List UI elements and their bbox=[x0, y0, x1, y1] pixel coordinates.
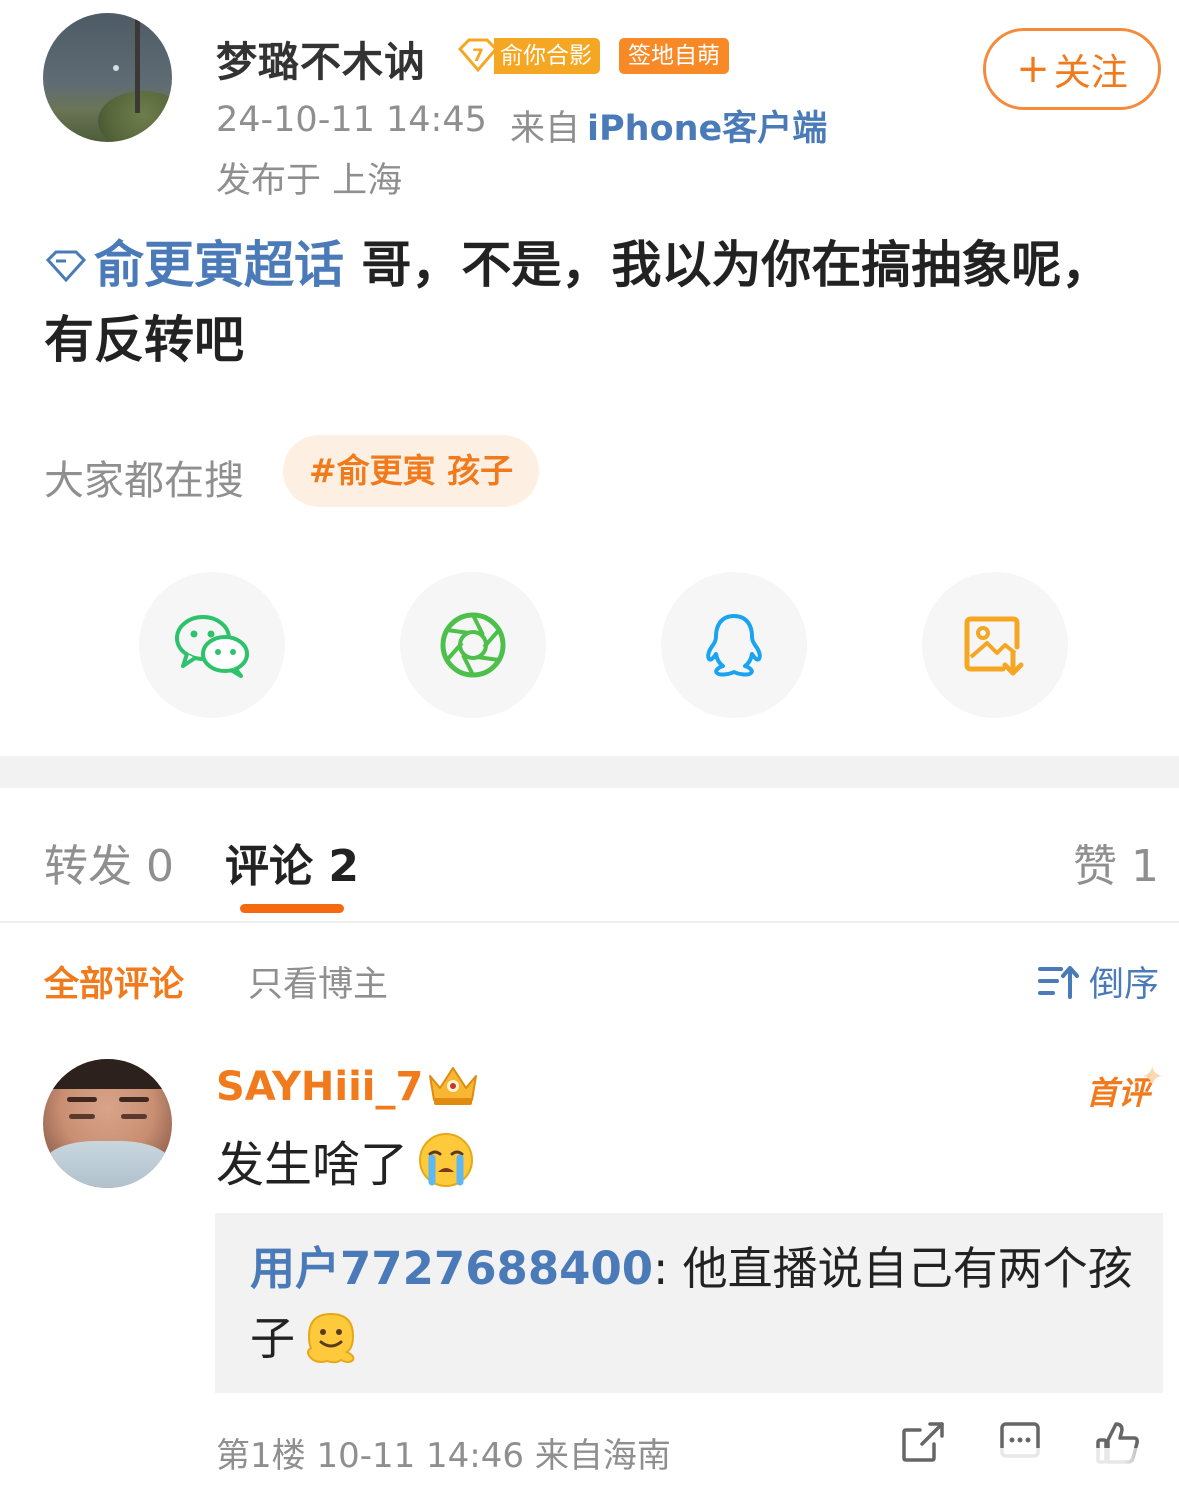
trending-label: 大家都在搜 bbox=[44, 458, 244, 504]
post-device-link[interactable]: iPhone客户端 bbox=[587, 100, 827, 151]
share-wechat-button[interactable] bbox=[139, 572, 285, 718]
supertopic-diamond-icon bbox=[45, 250, 87, 283]
plus-icon: + bbox=[1016, 46, 1050, 92]
share-qq-button[interactable] bbox=[661, 572, 807, 718]
comment-meta: 第1楼 10-11 14:46 来自海南 bbox=[216, 1436, 671, 1476]
post-source-prefix: 来自 bbox=[510, 109, 581, 149]
author-avatar[interactable] bbox=[43, 13, 172, 142]
spark-icon: ✦ bbox=[1140, 1060, 1165, 1093]
tab-repost[interactable]: 转发 0 bbox=[44, 830, 174, 894]
post-timestamp: 24-10-11 14:45 bbox=[216, 100, 487, 140]
post-content: 俞更寅超话 哥，不是，我以为你在搞抽象呢，有反转吧 bbox=[44, 228, 1144, 378]
save-image-button[interactable] bbox=[922, 572, 1068, 718]
tab-like[interactable]: 赞 1 bbox=[1073, 830, 1159, 894]
share-moments-button[interactable] bbox=[400, 572, 546, 718]
fan-level-icon: 7 bbox=[456, 37, 500, 74]
comment-text: 发生啥了 bbox=[216, 1137, 409, 1193]
follow-label: 关注 bbox=[1053, 51, 1128, 94]
reply-username[interactable]: 用户7727688400 bbox=[250, 1242, 653, 1295]
fan-badge[interactable]: 7 俞你合影 bbox=[456, 37, 600, 74]
commenter-avatar[interactable] bbox=[43, 1059, 172, 1188]
sign-badge[interactable]: 签地自萌 bbox=[619, 38, 729, 74]
commenter-name[interactable]: SAYHiii_7 bbox=[216, 1064, 423, 1110]
tabs-divider bbox=[0, 921, 1179, 923]
sort-button[interactable]: 倒序 bbox=[1037, 956, 1159, 1007]
comment-content: 发生啥了 bbox=[216, 1125, 474, 1195]
watermark-overlay bbox=[940, 1448, 1170, 1490]
wechat-icon bbox=[175, 615, 249, 678]
qq-icon bbox=[706, 614, 762, 677]
tab-comment[interactable]: 评论 2 bbox=[225, 830, 359, 894]
save-image-icon bbox=[964, 616, 1024, 676]
moments-icon bbox=[440, 612, 506, 678]
sort-label: 倒序 bbox=[1088, 965, 1159, 1005]
filter-all-comments[interactable]: 全部评论 bbox=[44, 956, 184, 1007]
author-name[interactable]: 梦璐不木讷 bbox=[216, 28, 426, 88]
reply-preview: 用户7727688400: 他直播说自己有两个孩子 bbox=[250, 1234, 1140, 1374]
first-comment-badge: 首评 ✦ bbox=[1086, 1060, 1165, 1112]
crown-badge-icon bbox=[424, 1062, 482, 1112]
filter-owner-only[interactable]: 只看博主 bbox=[248, 956, 388, 1007]
sort-icon bbox=[1037, 965, 1079, 999]
section-divider bbox=[0, 756, 1179, 788]
fan-badge-label: 俞你合影 bbox=[494, 37, 600, 74]
fan-level: 7 bbox=[472, 46, 484, 66]
melting-face-emoji-icon bbox=[307, 1312, 355, 1364]
supertopic-label: 俞更寅超话 bbox=[94, 236, 344, 294]
trending-tag[interactable]: #俞更寅 孩子 bbox=[283, 435, 540, 507]
crying-emoji-icon bbox=[419, 1133, 474, 1187]
active-tab-indicator bbox=[240, 904, 344, 913]
supertopic-link[interactable]: 俞更寅超话 bbox=[44, 236, 344, 294]
post-location: 发布于 上海 bbox=[216, 161, 403, 201]
follow-button[interactable]: + 关注 bbox=[983, 28, 1161, 110]
